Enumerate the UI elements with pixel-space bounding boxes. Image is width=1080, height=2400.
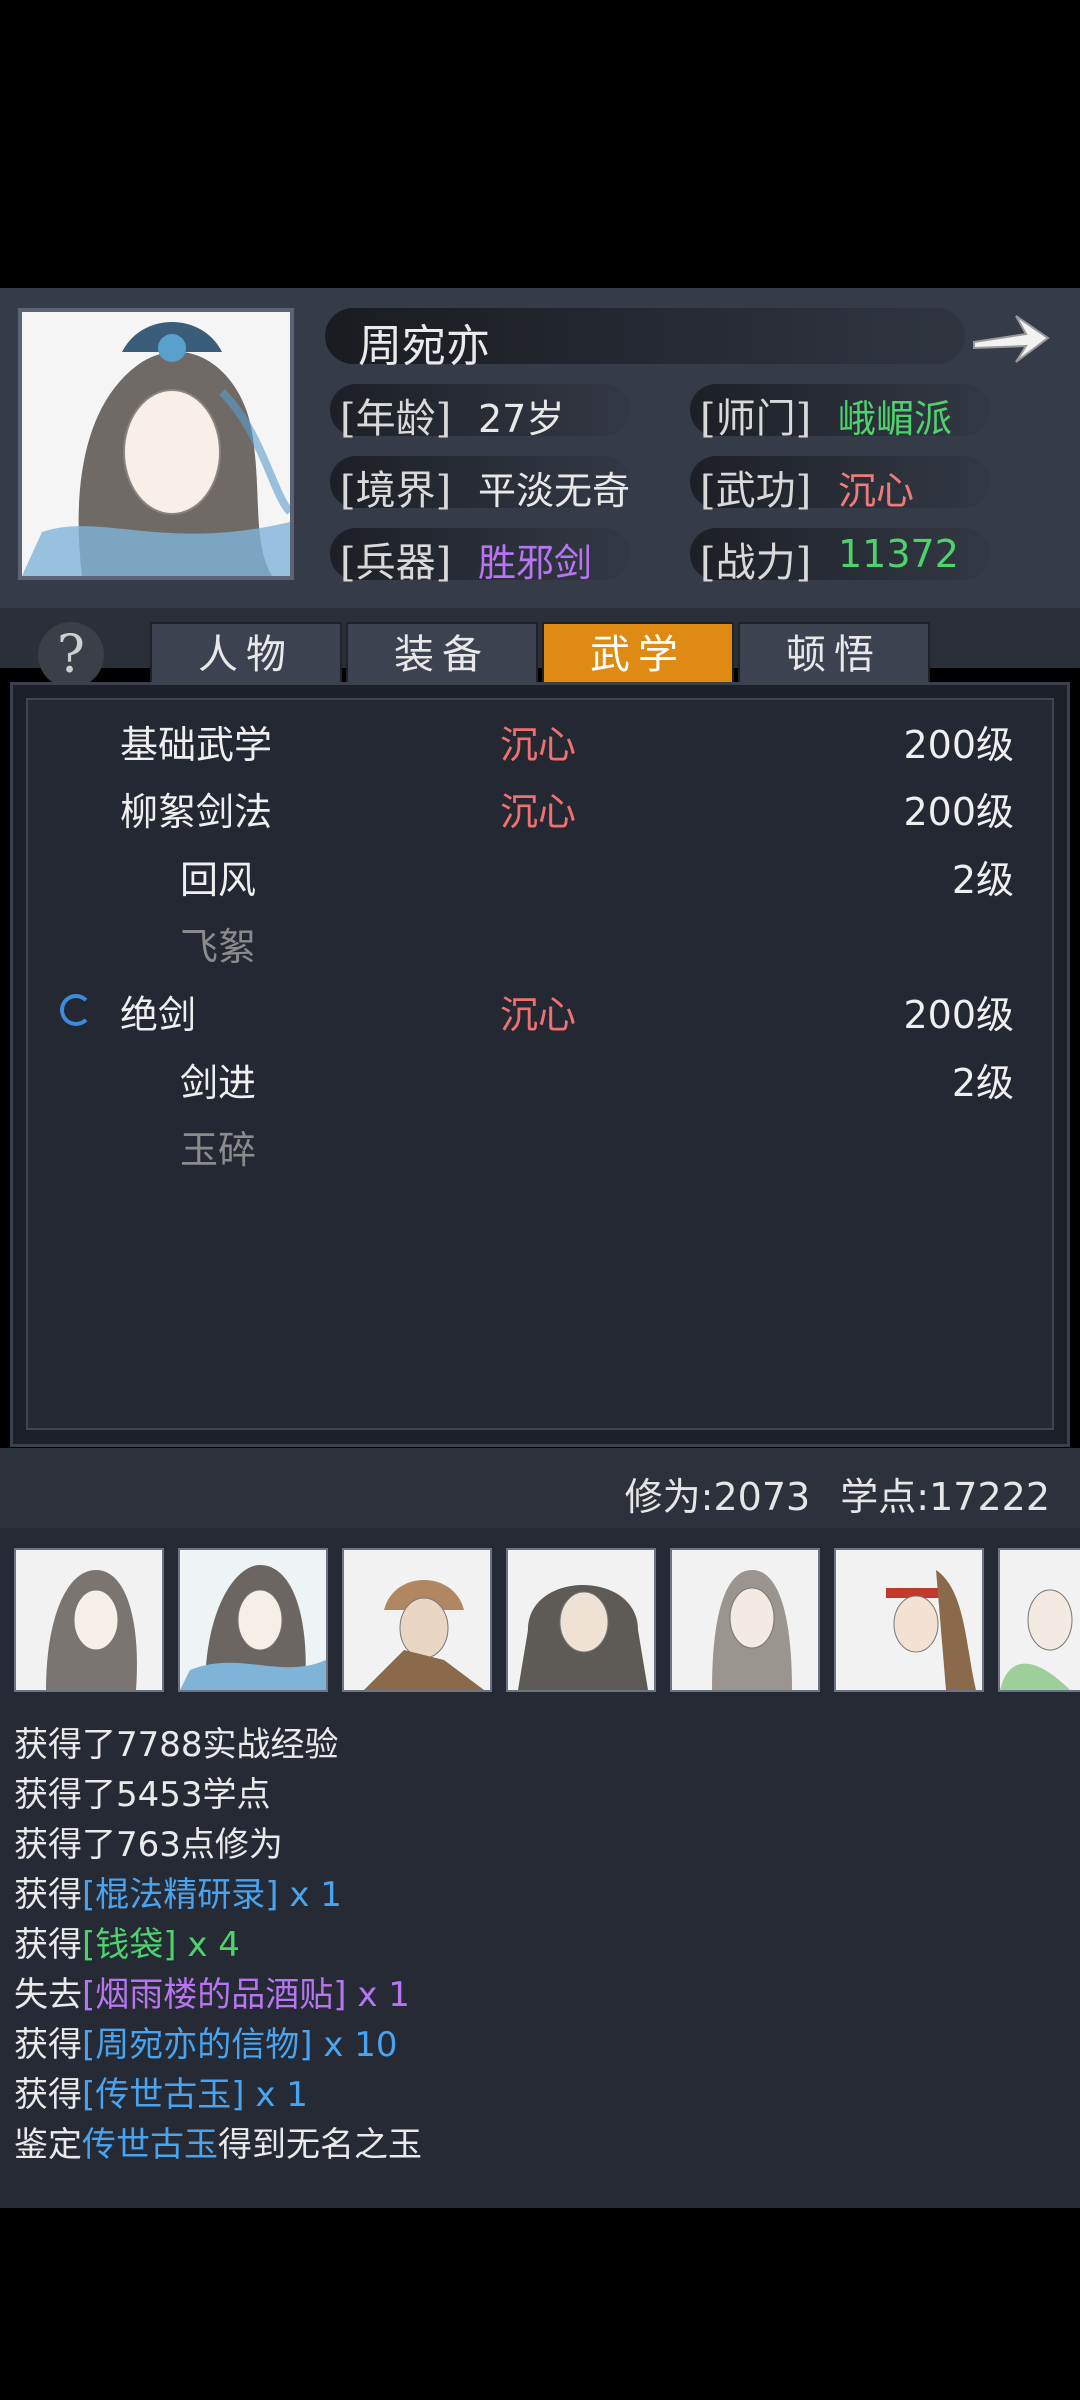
log-text: [烟雨楼的品酒贴] (82, 1975, 347, 2015)
skill-row[interactable]: 飞絮 (0, 916, 1080, 976)
power-value: 11372 (838, 532, 959, 576)
skill-name: 剑进 (180, 1061, 257, 1105)
age-value: 27岁 (478, 397, 565, 441)
realm-label: [境界] (340, 468, 452, 514)
skill-level: 2级 (951, 1061, 1014, 1105)
weapon-value: 胜邪剑 (478, 541, 593, 585)
tab-enlightenment[interactable]: 顿悟 (738, 622, 930, 688)
sect-label: [师门] (700, 396, 812, 442)
log-text: x 1 (346, 1975, 410, 2015)
log-line: 获得[传世古玉] x 1 (14, 2067, 308, 2116)
skill-name: 飞絮 (180, 925, 257, 969)
skill-name: 玉碎 (180, 1128, 257, 1172)
log-line: 失去[烟雨楼的品酒贴] x 1 (14, 1967, 410, 2016)
martial-label: [武功] (700, 468, 812, 514)
skill-name: 回风 (180, 858, 257, 902)
skill-row[interactable]: 绝剑 沉心 200级 (0, 984, 1080, 1044)
skill-level: 200级 (903, 993, 1014, 1037)
log-text: 获得了5453学点 (14, 1775, 271, 1815)
log-line: 获得了5453学点 (14, 1767, 271, 1816)
log-text: 获得 (14, 2075, 82, 2115)
log-line: 获得[棍法精研录] x 1 (14, 1867, 342, 1916)
character-card[interactable] (14, 1548, 164, 1692)
realm-value: 平淡无奇 (478, 469, 631, 513)
skill-name: 绝剑 (120, 993, 197, 1037)
tab-martial-arts[interactable]: 武学 (542, 622, 734, 688)
log-line: 鉴定传世古玉得到无名之玉 (14, 2117, 422, 2166)
skill-level: 200级 (903, 723, 1014, 767)
character-profile: 周宛亦 [年龄] 27岁 [师门] 峨嵋派 [境界] 平淡无奇 [武功] 沉心 … (0, 288, 1080, 608)
character-card[interactable] (834, 1548, 984, 1692)
skill-level: 2级 (951, 858, 1014, 902)
weapon-label: [兵器] (340, 540, 452, 586)
log-line: 获得[钱袋] x 4 (14, 1917, 240, 1966)
stats-readout: 修为:2073 学点:17222 (625, 1466, 1050, 1521)
skill-row[interactable]: 剑进 2级 (0, 1052, 1080, 1112)
skill-level: 200级 (903, 790, 1014, 834)
log-line: 获得了7788实战经验 (14, 1717, 339, 1766)
log-text: 获得 (14, 2025, 82, 2065)
age-label: [年龄] (340, 396, 452, 442)
log-text: x 1 (278, 1875, 342, 1915)
points-label: 学点: (840, 1475, 930, 1519)
log-text: 获得了7788实战经验 (14, 1725, 339, 1765)
character-name: 周宛亦 (358, 321, 490, 372)
log-text: 鉴定 (14, 2125, 82, 2165)
log-text: 获得 (14, 1925, 82, 1965)
skill-stance: 沉心 (500, 790, 577, 834)
log-text: [棍法精研录] (82, 1875, 279, 1915)
sect-value: 峨嵋派 (838, 397, 953, 441)
next-character-arrow-icon[interactable] (970, 306, 1050, 370)
log-line: 获得了763点修为 (14, 1817, 283, 1866)
log-text: x 4 (176, 1925, 240, 1965)
log-text: 失去 (14, 1975, 82, 2015)
log-text: 得到无名之玉 (218, 2125, 422, 2165)
skill-stance: 沉心 (500, 723, 577, 767)
cultivation-value: 2073 (713, 1475, 811, 1519)
log-text: 获得 (14, 1875, 82, 1915)
power-label: [战力] (700, 540, 812, 586)
points-value: 17222 (929, 1475, 1050, 1519)
character-card[interactable] (342, 1548, 492, 1692)
log-line: 获得[周宛亦的信物] x 10 (14, 2017, 398, 2066)
log-text: x 1 (244, 2075, 308, 2115)
log-text: [传世古玉] (82, 2075, 245, 2115)
loading-spinner-icon (60, 994, 92, 1026)
log-text: x 10 (312, 2025, 398, 2065)
skill-name: 基础武学 (120, 723, 273, 767)
character-card[interactable] (670, 1548, 820, 1692)
skill-name: 柳絮剑法 (120, 790, 273, 834)
log-text: [周宛亦的信物] (82, 2025, 313, 2065)
character-portrait[interactable] (18, 308, 294, 580)
martial-value: 沉心 (838, 469, 915, 513)
skill-row[interactable]: 回风 2级 (0, 849, 1080, 909)
tab-equipment[interactable]: 装备 (346, 622, 538, 688)
log-text: 获得了763点修为 (14, 1825, 283, 1865)
character-card-strip (14, 1548, 1080, 1696)
character-card[interactable] (178, 1548, 328, 1692)
help-icon[interactable]: ? (38, 622, 104, 688)
character-card[interactable] (506, 1548, 656, 1692)
log-text: 传世古玉 (82, 2125, 218, 2165)
skill-stance: 沉心 (500, 993, 577, 1037)
skill-row[interactable]: 柳絮剑法 沉心 200级 (0, 781, 1080, 841)
log-text: [钱袋] (82, 1925, 177, 1965)
skill-row[interactable]: 玉碎 (0, 1119, 1080, 1179)
cultivation-label: 修为: (624, 1475, 714, 1519)
skill-row[interactable]: 基础武学 沉心 200级 (0, 714, 1080, 774)
character-card[interactable] (998, 1548, 1080, 1692)
tab-character[interactable]: 人物 (150, 622, 342, 688)
